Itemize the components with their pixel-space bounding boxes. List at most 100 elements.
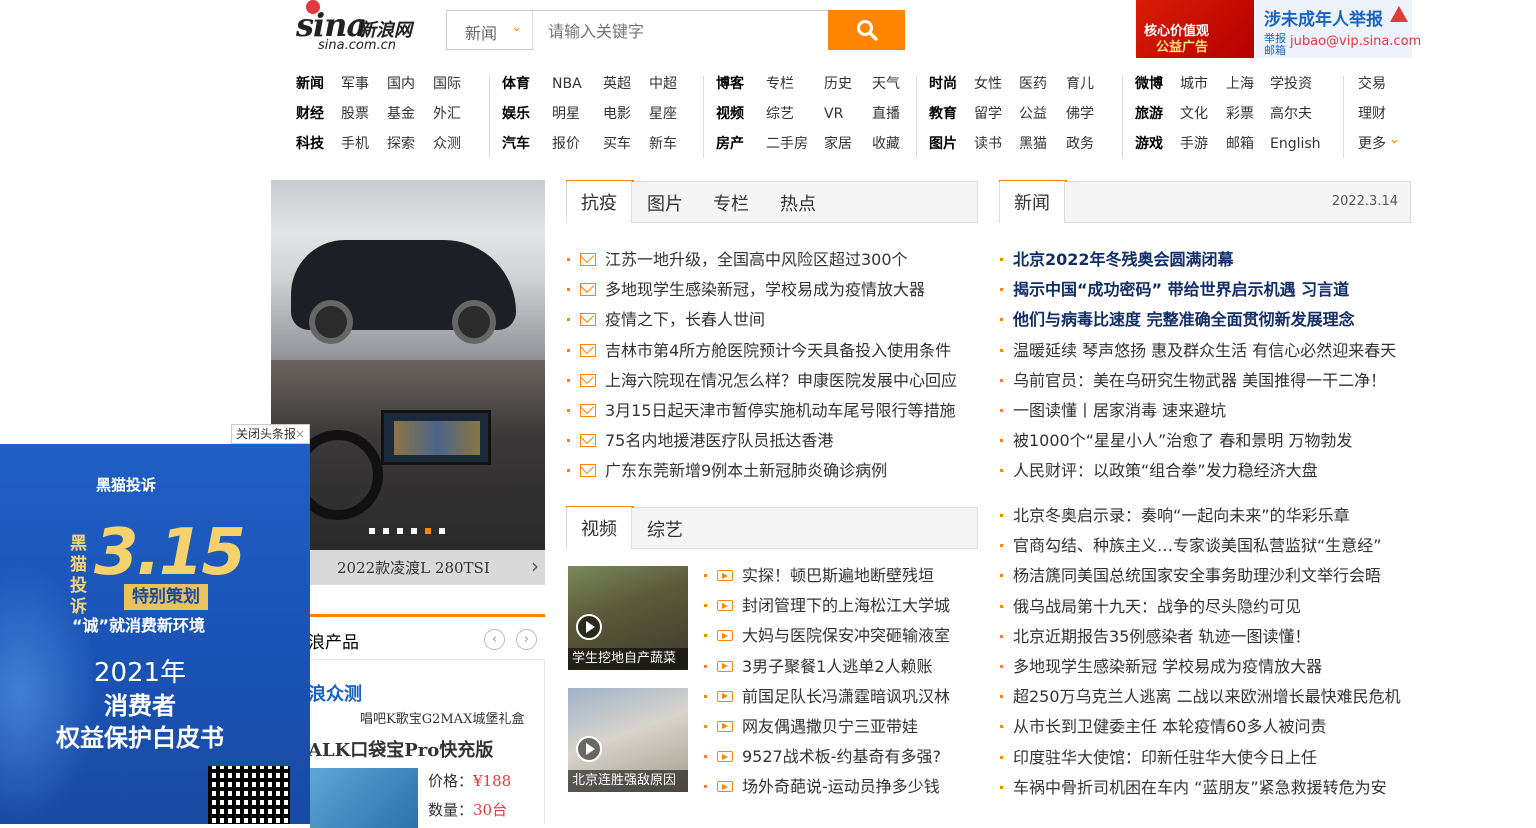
- search-category-select[interactable]: 新闻 ⌄: [447, 11, 533, 49]
- nav-link[interactable]: 历史: [824, 69, 852, 99]
- news-link[interactable]: 官商勾结、种族主义…专家谈美国私营监狱“生意经”: [1013, 531, 1382, 561]
- nav-link[interactable]: 新车: [649, 129, 677, 159]
- nav-link[interactable]: 基金: [387, 99, 415, 129]
- nav-link[interactable]: 新闻: [296, 69, 324, 99]
- news-link[interactable]: 俄乌战局第十九天：战争的尽头隐约可见: [1013, 592, 1301, 622]
- nav-link[interactable]: 汽车: [502, 129, 530, 159]
- slider-dot[interactable]: [425, 528, 431, 534]
- nav-link[interactable]: 女性: [974, 69, 1002, 99]
- video-thumb[interactable]: 学生挖地自产蔬菜: [568, 566, 688, 670]
- nav-link[interactable]: 娱乐: [502, 99, 530, 129]
- close-icon[interactable]: ×: [295, 425, 305, 443]
- slider-dot[interactable]: [369, 528, 375, 534]
- nav-link[interactable]: 邮箱: [1226, 129, 1254, 159]
- nav-link[interactable]: 育儿: [1066, 69, 1094, 99]
- news-item[interactable]: 大妈与医院保安冲突砸输液室: [704, 621, 980, 651]
- minor-report-banner[interactable]: 涉未成年人举报 举报 邮箱 jubao@vip.sina.com: [1256, 0, 1421, 58]
- nav-link[interactable]: 时尚: [929, 69, 957, 99]
- slider-next-icon[interactable]: ›: [531, 554, 539, 578]
- news-item[interactable]: 印度驻华大使馆：印新任驻华大使今日上任: [1000, 743, 1410, 773]
- product-subtitle[interactable]: 唱吧K歌宝G2MAX城堡礼盒: [360, 708, 524, 727]
- nav-link[interactable]: 股票: [341, 99, 369, 129]
- news-link[interactable]: 北京近期报告35例感染者 轨迹一图读懂！: [1013, 622, 1310, 652]
- news-item[interactable]: 多地现学生感染新冠 学校易成为疫情放大器: [1000, 652, 1410, 682]
- news-item[interactable]: 揭示中国“成功密码” 带给世界启示机遇 习言道: [1000, 275, 1410, 305]
- news-item[interactable]: 实探！顿巴斯遍地断壁残垣: [704, 561, 980, 591]
- search-input[interactable]: [534, 11, 843, 51]
- nav-link[interactable]: 直播: [872, 99, 900, 129]
- prev-arrow-icon[interactable]: ‹: [484, 629, 505, 650]
- nav-link[interactable]: VR: [824, 99, 843, 129]
- tab-news[interactable]: 新闻: [1000, 181, 1065, 223]
- news-item[interactable]: 3月15日起天津市暂停实施机动车尾号限行等措施: [567, 396, 977, 426]
- news-item[interactable]: 北京近期报告35例感染者 轨迹一图读懂！: [1000, 622, 1410, 652]
- nav-link[interactable]: 图片: [929, 129, 957, 159]
- news-item[interactable]: 杨洁篪同美国总统国家安全事务助理沙利文举行会晤: [1000, 561, 1410, 591]
- nav-link[interactable]: 探索: [387, 129, 415, 159]
- news-link[interactable]: 超250万乌克兰人逃离 二战以来欧洲增长最快难民危机: [1013, 682, 1401, 712]
- news-item[interactable]: 官商勾结、种族主义…专家谈美国私营监狱“生意经”: [1000, 531, 1410, 561]
- news-item[interactable]: 多地现学生感染新冠，学校易成为疫情放大器: [567, 275, 977, 305]
- nav-link[interactable]: 视频: [716, 99, 744, 129]
- nav-link[interactable]: 微博: [1135, 69, 1163, 99]
- nav-link[interactable]: 英超: [603, 69, 631, 99]
- nav-link[interactable]: 国内: [387, 69, 415, 99]
- news-item[interactable]: 一图读懂丨居家消毒 速来避坑: [1000, 396, 1410, 426]
- nav-link[interactable]: 医药: [1019, 69, 1047, 99]
- nav-link[interactable]: 城市: [1180, 69, 1208, 99]
- slider-dot[interactable]: [383, 528, 389, 534]
- tab-video[interactable]: 视频: [567, 507, 632, 549]
- nav-link[interactable]: 体育: [502, 69, 530, 99]
- nav-link[interactable]: 上海: [1226, 69, 1254, 99]
- news-item[interactable]: 超250万乌克兰人逃离 二战以来欧洲增长最快难民危机: [1000, 682, 1410, 712]
- news-link[interactable]: 印度驻华大使馆：印新任驻华大使今日上任: [1013, 743, 1317, 773]
- news-item[interactable]: 场外奇葩说-运动员挣多少钱: [704, 772, 980, 802]
- nav-link[interactable]: 军事: [341, 69, 369, 99]
- product-name[interactable]: ALK口袋宝Pro快充版: [308, 736, 493, 762]
- nav-link[interactable]: 电影: [603, 99, 631, 129]
- nav-link[interactable]: 中超: [649, 69, 677, 99]
- nav-link[interactable]: 房产: [716, 129, 744, 159]
- news-link[interactable]: 乌前官员：美在乌研究生物武器 美国推得一干二净！: [1013, 366, 1386, 396]
- news-link[interactable]: 疫情之下，长春人世间: [605, 305, 765, 335]
- nav-link[interactable]: 佛学: [1066, 99, 1094, 129]
- news-item[interactable]: 车祸中骨折司机困在车内 “蓝朋友”紧急救援转危为安: [1000, 773, 1410, 803]
- news-link[interactable]: 大妈与医院保安冲突砸输液室: [742, 621, 950, 651]
- product-image[interactable]: [310, 768, 418, 828]
- news-link[interactable]: 3男子聚餐1人逃单2人赖账: [742, 652, 933, 682]
- news-link[interactable]: 温暖延续 琴声悠扬 惠及群众生活 有信心必然迎来春天: [1013, 336, 1396, 366]
- news-link[interactable]: 人民财评：以政策“组合拳”发力稳经济大盘: [1013, 456, 1318, 486]
- news-item[interactable]: 9527战术板-约基奇有多强?: [704, 742, 980, 772]
- nav-link[interactable]: 读书: [974, 129, 1002, 159]
- news-item[interactable]: 他们与病毒比速度 完整准确全面贯彻新发展理念: [1000, 305, 1410, 335]
- news-item[interactable]: 网友偶遇撒贝宁三亚带娃: [704, 712, 980, 742]
- news-item[interactable]: 温暖延续 琴声悠扬 惠及群众生活 有信心必然迎来春天: [1000, 336, 1410, 366]
- nav-link[interactable]: 学投资: [1270, 69, 1312, 99]
- nav-link[interactable]: 公益: [1019, 99, 1047, 129]
- slider-caption-bar[interactable]: 2022款凌渡L 280TSI ›: [271, 550, 545, 585]
- news-link[interactable]: 多地现学生感染新冠 学校易成为疫情放大器: [1013, 652, 1322, 682]
- nav-link[interactable]: 众测: [433, 129, 461, 159]
- nav-link[interactable]: 旅游: [1135, 99, 1163, 129]
- video-thumb[interactable]: 北京连胜强敌原因: [568, 688, 688, 792]
- nav-link[interactable]: 综艺: [766, 99, 794, 129]
- news-link[interactable]: 一图读懂丨居家消毒 速来避坑: [1013, 396, 1226, 426]
- nav-link[interactable]: 教育: [929, 99, 957, 129]
- news-link[interactable]: 从市长到卫健委主任 本轮疫情60多人被问责: [1013, 712, 1326, 742]
- nav-link[interactable]: 买车: [603, 129, 631, 159]
- news-link[interactable]: 杨洁篪同美国总统国家安全事务助理沙利文举行会晤: [1013, 561, 1381, 591]
- nav-link[interactable]: 政务: [1066, 129, 1094, 159]
- nav-link[interactable]: 文化: [1180, 99, 1208, 129]
- news-item[interactable]: 75名内地援港医疗队员抵达香港: [567, 426, 977, 456]
- news-item[interactable]: 广东东莞新增9例本土新冠肺炎确诊病例: [567, 456, 977, 486]
- nav-link[interactable]: 科技: [296, 129, 324, 159]
- news-link[interactable]: 北京冬奥启示录：奏响“一起向未来”的华彩乐章: [1013, 501, 1350, 531]
- nav-link[interactable]: 二手房: [766, 129, 808, 159]
- nav-link[interactable]: 外汇: [433, 99, 461, 129]
- news-link[interactable]: 广东东莞新增9例本土新冠肺炎确诊病例: [605, 456, 887, 486]
- news-item[interactable]: 3男子聚餐1人逃单2人赖账: [704, 652, 980, 682]
- news-link[interactable]: 场外奇葩说-运动员挣多少钱: [742, 772, 940, 802]
- nav-link[interactable]: 手机: [341, 129, 369, 159]
- nav-link[interactable]: NBA: [552, 69, 582, 99]
- news-link[interactable]: 3月15日起天津市暂停实施机动车尾号限行等措施: [605, 396, 956, 426]
